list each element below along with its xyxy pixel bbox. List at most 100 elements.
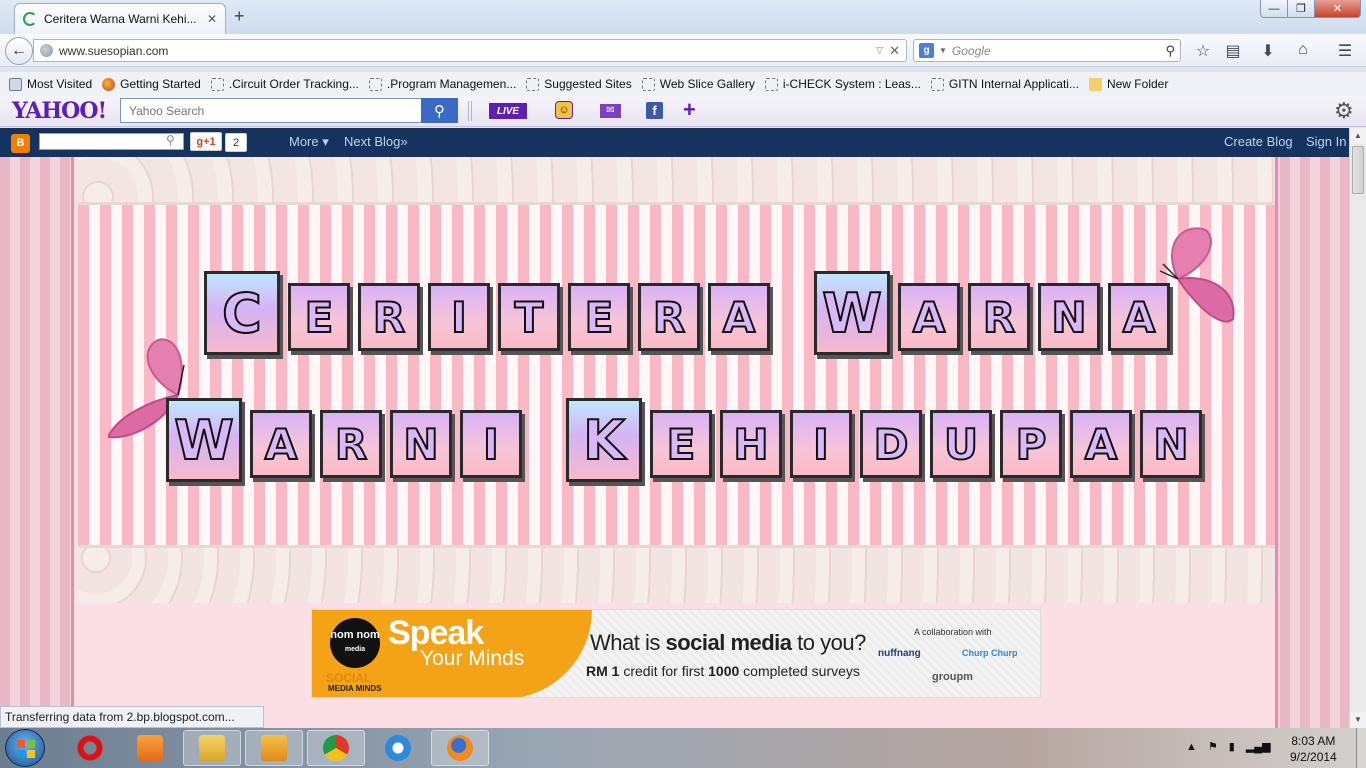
page-background: C E R I T E R A W A R N A W A R N I K E … bbox=[0, 157, 1349, 728]
bookmark-new-folder[interactable]: New Folder bbox=[1084, 77, 1173, 91]
title-letter: E bbox=[650, 410, 712, 478]
title-space bbox=[778, 283, 806, 355]
bookmark-getting-started[interactable]: Getting Started bbox=[97, 77, 206, 91]
bookmark-program-management[interactable]: .Program Managemen... bbox=[364, 77, 521, 91]
butterfly-icon bbox=[1159, 227, 1235, 323]
gear-icon[interactable]: ⚙ bbox=[1334, 98, 1354, 124]
outlook-icon bbox=[261, 735, 287, 761]
search-bar[interactable]: g ▼ Google ⚲ bbox=[913, 39, 1181, 62]
url-history-dropdown-icon[interactable]: ▽ bbox=[876, 45, 883, 56]
title-letter: R bbox=[320, 410, 382, 478]
scroll-down-icon[interactable]: ▼ bbox=[1350, 712, 1366, 728]
taskbar-clock[interactable]: 8:03 AM 9/2/2014 bbox=[1290, 733, 1337, 765]
create-blog-link[interactable]: Create Blog bbox=[1224, 134, 1293, 149]
advertisement-banner[interactable]: nom nom media SOCIAL MEDIA MINDS Speak Yo… bbox=[311, 609, 1041, 698]
bookmark-web-slice-gallery[interactable]: Web Slice Gallery bbox=[637, 77, 760, 91]
bookmark-suggested-sites[interactable]: Suggested Sites bbox=[521, 77, 636, 91]
bookmark-circuit-order-tracking[interactable]: .Circuit Order Tracking... bbox=[206, 77, 364, 91]
yahoo-logo[interactable]: YAHOO! bbox=[12, 98, 107, 124]
page-scrollbar[interactable]: ▲ ▼ bbox=[1349, 128, 1366, 728]
title-letter: K bbox=[566, 398, 642, 482]
close-tab-icon[interactable]: ✕ bbox=[207, 12, 217, 26]
google-icon[interactable]: g bbox=[919, 43, 934, 58]
most-visited-icon bbox=[9, 77, 22, 91]
minimize-button[interactable]: — bbox=[1260, 0, 1288, 18]
ad-question: What is social media to you? bbox=[590, 630, 866, 655]
title-letter: I bbox=[428, 283, 490, 351]
search-engine-dropdown-icon[interactable]: ▼ bbox=[939, 46, 947, 55]
taskbar-firefox[interactable] bbox=[431, 730, 489, 766]
taskbar-chrome[interactable] bbox=[307, 730, 365, 766]
page-icon bbox=[526, 77, 540, 91]
show-desktop-button[interactable] bbox=[1356, 728, 1366, 768]
facebook-icon[interactable]: f bbox=[646, 102, 663, 119]
search-icon: ⚲ bbox=[434, 102, 445, 120]
home-icon[interactable]: ⌂ bbox=[1292, 41, 1314, 59]
bookmark-star-icon[interactable]: ☆ bbox=[1192, 41, 1214, 61]
title-letter: A bbox=[898, 283, 960, 351]
blog-title-line-1: C E R I T E R A W A R N A bbox=[204, 271, 1170, 355]
title-letter: W bbox=[166, 398, 242, 482]
title-letter: R bbox=[358, 283, 420, 351]
yahoo-search-button[interactable]: ⚲ bbox=[421, 98, 458, 123]
url-text[interactable]: www.suesopian.com bbox=[59, 44, 870, 58]
taskbar-internet-explorer[interactable] bbox=[369, 730, 427, 766]
search-icon[interactable]: ⚲ bbox=[166, 133, 175, 147]
browser-tab[interactable]: Ceritera Warna Warni Kehi... ✕ bbox=[14, 3, 226, 34]
action-center-flag-icon[interactable]: ⚑ bbox=[1208, 740, 1218, 753]
messenger-icon[interactable]: ☺ bbox=[555, 101, 573, 119]
nomnom-logo: nom nom media bbox=[330, 618, 380, 668]
next-blog-link[interactable]: Next Blog» bbox=[344, 134, 408, 149]
title-letter: W bbox=[814, 271, 890, 355]
yahoo-live-button[interactable]: LIVE bbox=[489, 103, 527, 119]
network-signal-icon[interactable]: ▂▄▆ bbox=[1246, 740, 1271, 753]
title-space bbox=[530, 410, 558, 482]
blog-search-input[interactable] bbox=[39, 133, 184, 150]
menu-icon[interactable]: ☰ bbox=[1334, 41, 1356, 61]
ad-your-minds: Your Minds bbox=[420, 647, 525, 670]
blog-title-line-2: W A R N I K E H I D U P A N bbox=[166, 398, 1202, 482]
maximize-button[interactable]: ❐ bbox=[1287, 0, 1315, 18]
taskbar-media-player[interactable] bbox=[121, 730, 179, 766]
add-icon[interactable]: + bbox=[683, 97, 696, 123]
sign-in-link[interactable]: Sign In bbox=[1306, 134, 1346, 149]
address-bar[interactable]: www.suesopian.com ▽ ✕ bbox=[33, 39, 907, 62]
gplus-count: 2 bbox=[225, 133, 247, 152]
folder-icon bbox=[1088, 77, 1102, 91]
title-letter: D bbox=[860, 410, 922, 478]
search-input[interactable]: Google bbox=[952, 44, 1161, 58]
title-letter: H bbox=[720, 410, 782, 478]
page-icon bbox=[764, 77, 778, 91]
ad-social-label: SOCIAL bbox=[326, 671, 372, 685]
blogger-logo-icon[interactable]: B bbox=[11, 134, 30, 153]
page-icon bbox=[368, 77, 382, 91]
new-tab-icon[interactable]: + bbox=[234, 6, 245, 26]
more-menu[interactable]: More ▾ bbox=[289, 134, 329, 150]
bookmark-gitn-internal[interactable]: GITN Internal Applicati... bbox=[926, 77, 1084, 91]
bookmarks-list-icon[interactable]: ▤ bbox=[1222, 41, 1244, 61]
search-icon[interactable]: ⚲ bbox=[1165, 43, 1175, 59]
yahoo-search-input[interactable] bbox=[120, 98, 422, 123]
taskbar-opera[interactable] bbox=[61, 730, 119, 766]
bookmark-i-check-system[interactable]: i-CHECK System : Leas... bbox=[760, 77, 926, 91]
ad-collaboration-label: A collaboration with bbox=[914, 627, 992, 637]
battery-icon[interactable]: ▮ bbox=[1229, 740, 1235, 753]
downloads-icon[interactable]: ⬇ bbox=[1257, 41, 1279, 61]
close-window-button[interactable]: ✕ bbox=[1314, 0, 1361, 18]
scroll-thumb[interactable] bbox=[1352, 146, 1364, 194]
stop-icon[interactable]: ✕ bbox=[889, 43, 900, 59]
gplus-button[interactable]: g+1 bbox=[190, 132, 222, 151]
mail-icon[interactable]: ✉ bbox=[600, 104, 621, 118]
clock-time: 8:03 AM bbox=[1291, 734, 1336, 748]
taskbar-outlook[interactable] bbox=[245, 730, 303, 766]
site-identity-icon[interactable] bbox=[40, 44, 53, 57]
taskbar-file-explorer[interactable] bbox=[183, 730, 241, 766]
start-button[interactable] bbox=[5, 729, 45, 767]
blog-header-banner[interactable]: C E R I T E R A W A R N A W A R N I K E … bbox=[78, 157, 1275, 603]
title-letter: C bbox=[204, 271, 280, 355]
tab-title: Ceritera Warna Warni Kehi... bbox=[44, 12, 197, 26]
scroll-up-icon[interactable]: ▲ bbox=[1350, 128, 1366, 144]
back-button[interactable]: ← bbox=[5, 37, 33, 65]
show-hidden-icons-icon[interactable]: ▲ bbox=[1186, 741, 1197, 753]
bookmark-most-visited[interactable]: Most Visited bbox=[4, 77, 97, 91]
